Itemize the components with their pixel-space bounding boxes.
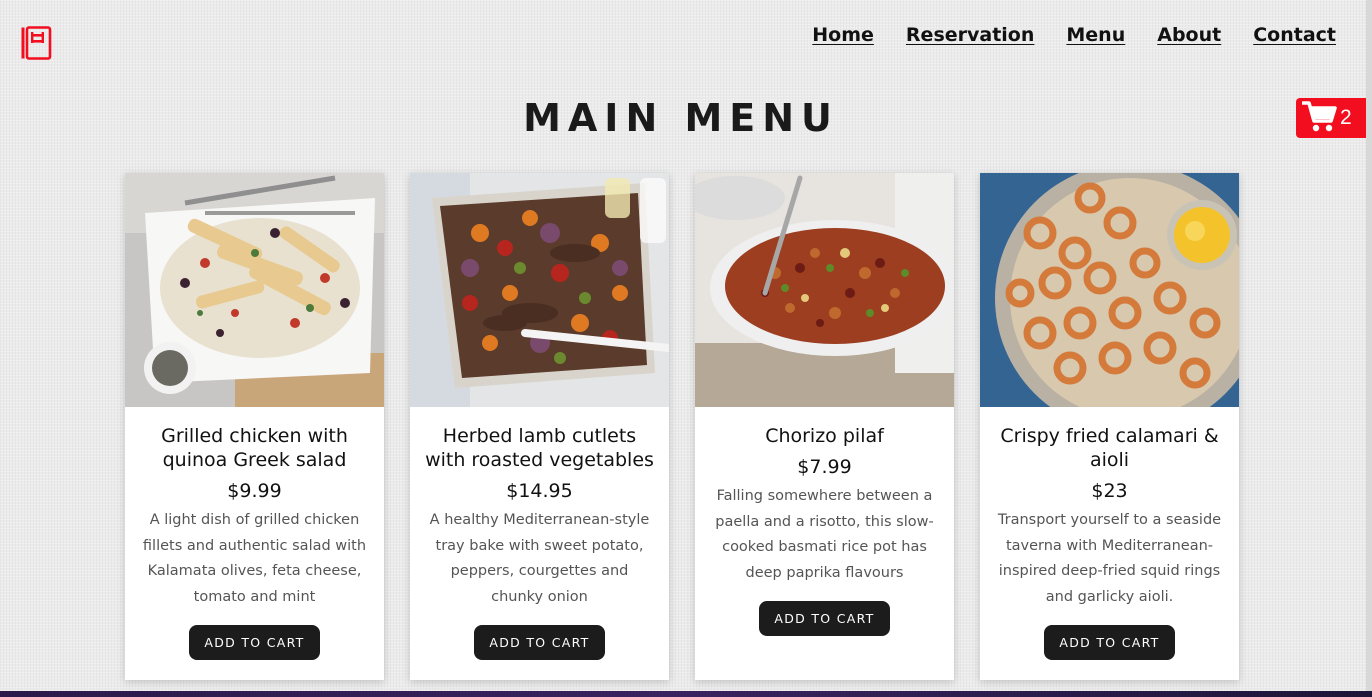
shopping-cart-icon	[1301, 99, 1338, 138]
page-title: MAIN MENU	[523, 96, 839, 140]
dish-image-lamb-cutlets	[410, 173, 669, 407]
dish-image-calamari	[980, 173, 1239, 407]
menu-card: Chorizo pilaf $7.99 Falling somewhere be…	[695, 173, 954, 680]
menu-card: Herbed lamb cutlets with roasted vegetab…	[410, 173, 669, 680]
add-to-cart-button[interactable]: ADD TO CART	[759, 601, 890, 636]
add-to-cart-button[interactable]: ADD TO CART	[1044, 625, 1175, 660]
window-bottom-edge	[0, 691, 1372, 697]
dish-description: Transport yourself to a seaside taverna …	[997, 512, 1222, 605]
dish-title: Chorizo pilaf	[765, 425, 884, 447]
dish-title: Grilled chicken with quinoa Greek salad	[161, 425, 348, 471]
cart-count-badge: 2	[1340, 106, 1352, 129]
dish-title: Herbed lamb cutlets with roasted vegetab…	[425, 425, 654, 471]
dish-description: Falling somewhere between a paella and a…	[715, 488, 934, 581]
dish-title: Crispy fried calamari & aioli	[1000, 425, 1219, 471]
dish-price: $23	[1091, 480, 1128, 502]
notebook-icon[interactable]	[20, 26, 52, 60]
dish-description: A healthy Mediterranean-style tray bake …	[429, 512, 650, 605]
dish-image-grilled-chicken	[125, 173, 384, 407]
nav-about[interactable]: About	[1157, 24, 1221, 46]
scrollbar[interactable]	[1366, 0, 1372, 697]
nav-home[interactable]: Home	[812, 24, 874, 46]
add-to-cart-button[interactable]: ADD TO CART	[474, 625, 605, 660]
menu-grid: Grilled chicken with quinoa Greek salad …	[125, 173, 1239, 680]
nav-menu[interactable]: Menu	[1066, 24, 1125, 46]
add-to-cart-button[interactable]: ADD TO CART	[189, 625, 320, 660]
dish-price: $9.99	[227, 480, 282, 502]
dish-price: $14.95	[506, 480, 573, 502]
menu-card: Grilled chicken with quinoa Greek salad …	[125, 173, 384, 680]
main-nav: Home Reservation Menu About Contact	[812, 24, 1336, 46]
dish-price: $7.99	[797, 456, 852, 478]
menu-card: Crispy fried calamari & aioli $23 Transp…	[980, 173, 1239, 680]
nav-contact[interactable]: Contact	[1253, 24, 1336, 46]
dish-description: A light dish of grilled chicken fillets …	[142, 512, 367, 605]
nav-reservation[interactable]: Reservation	[906, 24, 1034, 46]
cart-button[interactable]: 2	[1296, 98, 1372, 138]
dish-image-chorizo-pilaf	[695, 173, 954, 407]
